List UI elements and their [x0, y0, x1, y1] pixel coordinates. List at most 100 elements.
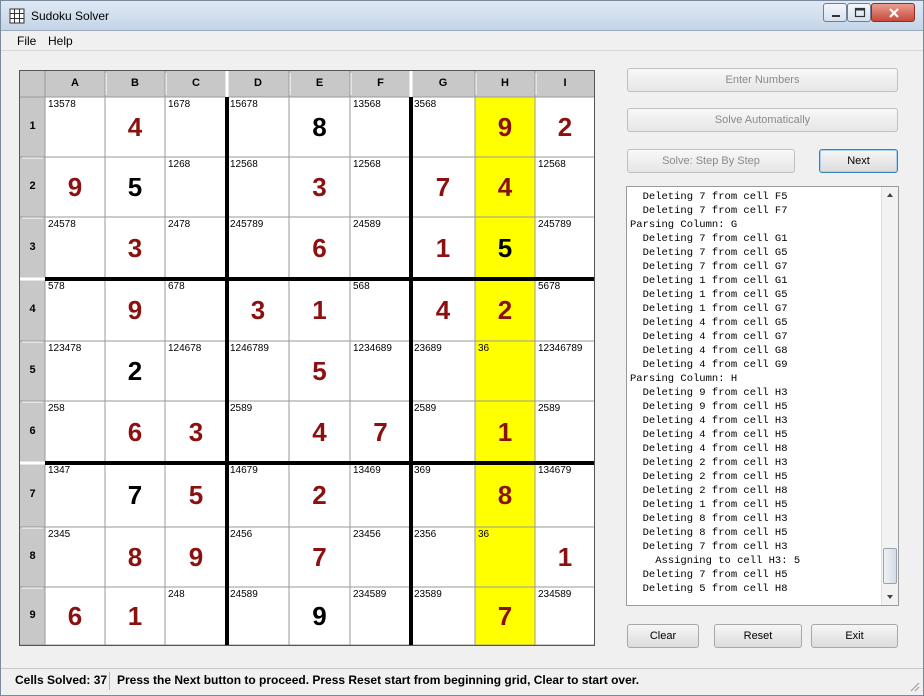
cell-g4-value[interactable]: 4 [411, 279, 475, 341]
log-scrollbar[interactable] [881, 187, 898, 605]
cell-h2-value[interactable]: 4 [475, 157, 535, 217]
cell-h9-value[interactable]: 7 [475, 587, 535, 645]
cell-e7-value[interactable]: 2 [289, 463, 350, 527]
cell-h7-value[interactable]: 8 [475, 463, 535, 527]
cell-f4-candidates[interactable]: 568 [353, 281, 370, 292]
cell-i2-candidates[interactable]: 12568 [538, 159, 566, 170]
enter-numbers-button[interactable]: Enter Numbers [627, 68, 898, 92]
cell-f2-candidates[interactable]: 12568 [353, 159, 381, 170]
cell-b9-value[interactable]: 1 [105, 587, 165, 645]
cell-d9-candidates[interactable]: 24589 [230, 589, 258, 600]
cell-e1-value[interactable]: 8 [289, 97, 350, 157]
cell-e4-value[interactable]: 1 [289, 279, 350, 341]
cell-c5-candidates[interactable]: 124678 [168, 343, 201, 354]
cell-h4-value[interactable]: 2 [475, 279, 535, 341]
cell-g2-value[interactable]: 7 [411, 157, 475, 217]
cell-b8-value[interactable]: 8 [105, 527, 165, 587]
cell-d7-candidates[interactable]: 14679 [230, 465, 258, 476]
cell-g9-candidates[interactable]: 23589 [414, 589, 442, 600]
cell-b3-value[interactable]: 3 [105, 217, 165, 279]
cell-h6-value[interactable]: 1 [475, 401, 535, 463]
solve-automatically-button[interactable]: Solve Automatically [627, 108, 898, 132]
next-button[interactable]: Next [819, 149, 898, 173]
cell-i1-value[interactable]: 2 [535, 97, 595, 157]
cell-f1-candidates[interactable]: 13568 [353, 99, 381, 110]
cell-d6-candidates[interactable]: 2589 [230, 403, 252, 414]
cell-a2-value[interactable]: 9 [45, 157, 105, 217]
cell-i9-candidates[interactable]: 234589 [538, 589, 571, 600]
cell-d3-candidates[interactable]: 245789 [230, 219, 263, 230]
cell-f9-candidates[interactable]: 234589 [353, 589, 386, 600]
cell-h3-value[interactable]: 5 [475, 217, 535, 279]
cell-f8-candidates[interactable]: 23456 [353, 529, 381, 540]
cell-e2-value[interactable]: 3 [289, 157, 350, 217]
cell-i7-candidates[interactable]: 134679 [538, 465, 571, 476]
cell-a7-candidates[interactable]: 1347 [48, 465, 70, 476]
exit-button[interactable]: Exit [811, 624, 898, 648]
cell-a1-candidates[interactable]: 13578 [48, 99, 76, 110]
cell-d8-candidates[interactable]: 2456 [230, 529, 252, 540]
cell-g5-candidates[interactable]: 23689 [414, 343, 442, 354]
cell-c7-value[interactable]: 5 [165, 463, 227, 527]
solve-step-by-step-button[interactable]: Solve: Step By Step [627, 149, 795, 173]
maximize-button[interactable] [847, 3, 871, 22]
cell-i6-candidates[interactable]: 2589 [538, 403, 560, 414]
cell-c4-candidates[interactable]: 678 [168, 281, 185, 292]
cell-i4-candidates[interactable]: 5678 [538, 281, 560, 292]
menu-help[interactable]: Help [48, 34, 73, 48]
cell-c2-candidates[interactable]: 1268 [168, 159, 190, 170]
cell-f3-candidates[interactable]: 24589 [353, 219, 381, 230]
cell-e3-value[interactable]: 6 [289, 217, 350, 279]
cell-b5-value[interactable]: 2 [105, 341, 165, 401]
cell-g7-candidates[interactable]: 369 [414, 465, 431, 476]
cell-i5-candidates[interactable]: 12346789 [538, 343, 583, 354]
cell-i3-candidates[interactable]: 245789 [538, 219, 571, 230]
cell-g8-candidates[interactable]: 2356 [414, 529, 436, 540]
cell-f5-candidates[interactable]: 1234689 [353, 343, 392, 354]
cell-a8-candidates[interactable]: 2345 [48, 529, 70, 540]
cell-g1-candidates[interactable]: 3568 [414, 99, 436, 110]
minimize-button[interactable] [823, 3, 847, 22]
cell-c1-candidates[interactable]: 1678 [168, 99, 190, 110]
cell-c9-candidates[interactable]: 248 [168, 589, 185, 600]
cell-b1-value[interactable]: 4 [105, 97, 165, 157]
cell-e5-value[interactable]: 5 [289, 341, 350, 401]
cell-b6-value[interactable]: 6 [105, 401, 165, 463]
cell-a5-candidates[interactable]: 123478 [48, 343, 81, 354]
chevron-up-icon[interactable] [882, 187, 898, 204]
cell-h5-candidates[interactable]: 36 [478, 343, 489, 354]
cell-b4-value[interactable]: 9 [105, 279, 165, 341]
cell-d5-candidates[interactable]: 1246789 [230, 343, 269, 354]
clear-button[interactable]: Clear [627, 624, 699, 648]
cell-e6-value[interactable]: 4 [289, 401, 350, 463]
solver-log[interactable]: Deleting 7 from cell F5 Deleting 7 from … [626, 186, 899, 606]
cell-a9-value[interactable]: 6 [45, 587, 105, 645]
cell-f7-candidates[interactable]: 13469 [353, 465, 381, 476]
menu-file[interactable]: File [17, 34, 36, 48]
chevron-down-icon[interactable] [882, 588, 898, 605]
cell-d2-candidates[interactable]: 12568 [230, 159, 258, 170]
resize-grip-icon[interactable] [908, 680, 920, 692]
reset-button[interactable]: Reset [714, 624, 802, 648]
cell-h1-value[interactable]: 9 [475, 97, 535, 157]
cell-a3-candidates[interactable]: 24578 [48, 219, 76, 230]
cell-f6-value[interactable]: 7 [350, 401, 411, 463]
cell-a4-candidates[interactable]: 578 [48, 281, 65, 292]
cell-i8-value[interactable]: 1 [535, 527, 595, 587]
cell-g3-value[interactable]: 1 [411, 217, 475, 279]
scroll-thumb[interactable] [883, 548, 897, 584]
title-bar[interactable]: Sudoku Solver [1, 1, 923, 31]
cell-d1-candidates[interactable]: 15678 [230, 99, 258, 110]
cell-g6-candidates[interactable]: 2589 [414, 403, 436, 414]
close-button[interactable] [871, 3, 915, 22]
cell-a6-candidates[interactable]: 258 [48, 403, 65, 414]
cell-e8-value[interactable]: 7 [289, 527, 350, 587]
cell-c3-candidates[interactable]: 2478 [168, 219, 190, 230]
cell-h8-candidates[interactable]: 36 [478, 529, 489, 540]
cell-c6-value[interactable]: 3 [165, 401, 227, 463]
cell-b2-value[interactable]: 5 [105, 157, 165, 217]
cell-b7-value[interactable]: 7 [105, 463, 165, 527]
cell-c8-value[interactable]: 9 [165, 527, 227, 587]
cell-d4-value[interactable]: 3 [227, 279, 289, 341]
cell-e9-value[interactable]: 9 [289, 587, 350, 645]
